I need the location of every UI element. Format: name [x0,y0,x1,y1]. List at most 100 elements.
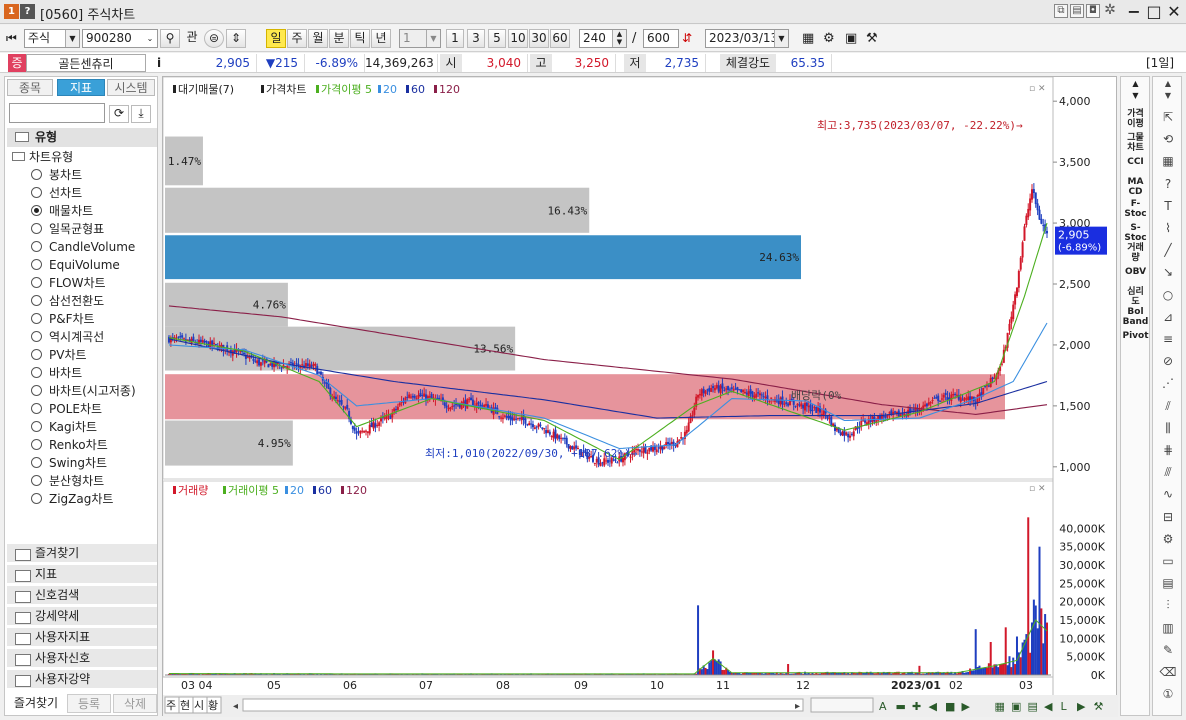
period-button-2[interactable]: 월 [308,29,328,48]
help-icon[interactable]: ? [20,4,35,19]
tab-1[interactable]: 지표 [57,79,105,96]
scroll-down-icon[interactable]: ▼ [1157,91,1179,101]
radio-button[interactable] [31,403,42,414]
pivot-shortcut[interactable]: Pivot [1122,331,1149,341]
period-button-0[interactable]: 일 [266,29,286,48]
close-button[interactable]: ✕ [1164,2,1184,21]
info-icon[interactable]: i [150,54,168,72]
stock-name[interactable]: 골든센츄리 [26,54,146,72]
radio-button[interactable] [31,187,42,198]
search-button[interactable]: ⚲ [160,29,180,48]
undo-icon[interactable]: ⟲ [1157,129,1179,149]
chart-type-item[interactable]: ZigZag차트 [5,490,157,508]
period-button-4[interactable]: 틱 [350,29,370,48]
chart-area[interactable]: 4.95% 13.56% 4.76% 24.63% 16.43% 1.47% 최고:3,73… [162,76,1118,717]
period-button-5[interactable]: 년 [371,29,391,48]
number-icon[interactable]: ① [1157,684,1179,704]
subgroup-chart-type[interactable]: 차트유형 [9,148,73,166]
radio-button[interactable] [31,493,42,504]
obv-shortcut[interactable]: OBV [1122,267,1149,277]
volume-shortcut[interactable]: 거래 량 [1122,243,1149,263]
radio-button[interactable] [31,421,42,432]
grid-icon[interactable]: ▦ [1157,151,1179,171]
table-icon[interactable]: ▥ [1157,618,1179,638]
radio-button[interactable] [31,475,42,486]
f-stoc-shortcut[interactable]: F- Stoc [1122,199,1149,219]
radio-button[interactable] [31,277,42,288]
channel-icon[interactable]: ⫽ [1157,396,1179,416]
bar-icon[interactable]: ⫶ [1157,595,1179,615]
radio-button[interactable] [31,439,42,450]
chart-type-item[interactable]: Swing차트 [5,454,157,472]
folder-item[interactable]: 사용자지표 [7,628,157,647]
chart-type-item[interactable]: 매물차트 [5,202,157,220]
minimize-button[interactable]: − [1124,2,1144,21]
date-picker[interactable]: 2023/03/13 ▼ [705,29,789,48]
radio-button[interactable] [31,313,42,324]
bottom-tab-2[interactable]: 삭제 [113,694,157,713]
count-stepper[interactable]: 240 ▲ ▼ [579,29,627,48]
radio-button[interactable] [31,295,42,306]
line-tool-icon[interactable]: ╱ [1157,240,1179,260]
cursor-icon[interactable]: ⇱ [1157,107,1179,127]
bell-button[interactable]: ⊜ [204,29,224,48]
fan-icon[interactable]: ⋰ [1157,373,1179,393]
andrew-icon[interactable]: ⫻ [1157,462,1179,482]
unit-button-30[interactable]: 30 [529,29,549,48]
chart-svg[interactable]: 4.95%13.56%4.76%24.63%16.43%1.47%최고:3,73… [163,77,1118,717]
scroll-up-icon[interactable]: ▲ [1122,79,1149,89]
radio-button[interactable] [31,241,42,252]
arrow-tool-icon[interactable]: ↘ [1157,262,1179,282]
settings-icon[interactable]: ✲ [1103,3,1117,18]
text-tool-icon[interactable]: T [1157,196,1179,216]
fibo-icon[interactable]: ≡ [1157,329,1179,349]
camera-icon[interactable]: ◘ [1086,4,1100,18]
radio-button[interactable] [31,367,42,378]
unit-button-60[interactable]: 60 [550,29,570,48]
level-icon[interactable]: ⊟ [1157,507,1179,527]
list-icon[interactable]: ▤ [1157,573,1179,593]
price-ma-shortcut[interactable]: 가격 이평 [1122,109,1149,129]
refresh-icon[interactable]: ⇵ [682,31,692,45]
radio-button[interactable] [31,457,42,468]
period-button-1[interactable]: 주 [287,29,307,48]
speed-icon[interactable]: ⋕ [1157,440,1179,460]
auto-icon[interactable]: ⚙ [1157,529,1179,549]
chart-type-item[interactable]: CandleVolume [5,238,157,256]
triangle-tool-icon[interactable]: ⊿ [1157,307,1179,327]
macd-shortcut[interactable]: MA CD [1122,177,1149,197]
chart-type-item[interactable]: PV차트 [5,346,157,364]
updown-button[interactable]: ⇕ [226,29,246,48]
trend-icon[interactable]: ⌇ [1157,218,1179,238]
print-icon[interactable]: ▣ [845,31,857,46]
radio-button[interactable] [31,223,42,234]
chart-type-item[interactable]: 바차트 [5,364,157,382]
unit-button-1[interactable]: 1 [446,29,464,48]
unit-button-5[interactable]: 5 [488,29,506,48]
nav-back-icon[interactable]: ⏮ [6,31,17,46]
radio-button[interactable] [31,385,42,396]
erase-icon[interactable]: ⌫ [1157,662,1179,682]
bottom-tab-0[interactable]: 즐겨찾기 [7,694,65,713]
chart-type-item[interactable]: EquiVolume [5,256,157,274]
radio-button[interactable] [31,259,42,270]
refresh-icon[interactable]: ⟳ [109,105,129,123]
scroll-down-icon[interactable]: ▼ [1122,91,1149,101]
cci-shortcut[interactable]: CCI [1122,157,1149,167]
folder-item[interactable]: 강세약세 [7,607,157,626]
link-icon[interactable]: ⧉ [1054,4,1068,18]
chart-type-item[interactable]: 바차트(시고저종) [5,382,157,400]
net-chart-shortcut[interactable]: 그물 차트 [1122,133,1149,153]
folder-item[interactable]: 지표 [7,565,157,584]
gear-icon[interactable]: ⚙ [823,31,835,46]
gann-icon[interactable]: ⊘ [1157,351,1179,371]
chart-type-item[interactable]: 분산형차트 [5,472,157,490]
stock-code-input[interactable]: 900280 ⌄ [82,29,158,48]
radio-button[interactable] [31,349,42,360]
gwan-button[interactable]: 관 [182,29,202,48]
wave-icon[interactable]: ∿ [1157,484,1179,504]
chart-type-item[interactable]: 삼선전환도 [5,292,157,310]
chart-type-item[interactable]: POLE차트 [5,400,157,418]
folder-item[interactable]: 사용자신호 [7,649,157,668]
folder-item[interactable]: 사용자강약 [7,670,157,689]
